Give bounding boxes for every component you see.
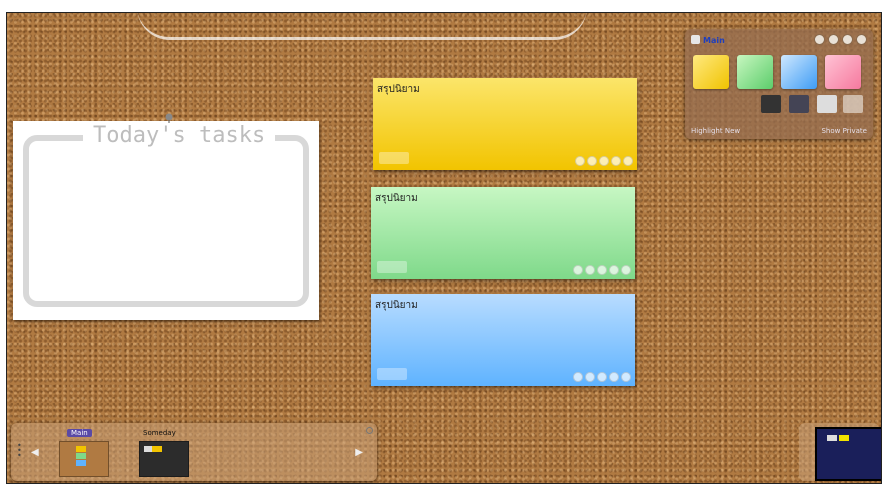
mini-note [76,446,86,452]
lock-icon[interactable] [609,372,619,382]
check-icon[interactable] [573,372,583,382]
note-blue[interactable]: สรุปนิยาม [371,294,635,386]
clock-icon[interactable] [587,156,597,166]
mini-note [152,446,162,452]
panel-footer: Highlight New Show Private [691,127,867,135]
check-icon[interactable] [575,156,585,166]
note-buttons [573,372,631,382]
board-switcher-dock: • • • ◀ Main Someday ▶ [11,423,377,481]
note-yellow[interactable]: สรุปนิยาม [373,78,637,170]
power-icon[interactable] [856,34,867,45]
board-thumbnail-main[interactable] [59,441,109,477]
board-icon [691,35,700,44]
arrow-right-icon[interactable]: ▶ [355,447,363,458]
check-icon[interactable] [573,265,583,275]
note-logo [379,152,409,164]
note-buttons [575,156,633,166]
lock-icon[interactable] [611,156,621,166]
paperclip-icon[interactable] [817,95,837,113]
new-blue-note-button[interactable] [781,55,817,89]
clock-icon[interactable] [585,265,595,275]
board-tab-someday[interactable]: Someday [143,429,176,437]
tasks-frame [23,135,309,307]
clock-icon[interactable] [585,372,595,382]
new-yellow-note-button[interactable] [693,55,729,89]
info-icon[interactable] [842,34,853,45]
watermark [137,13,587,40]
close-icon[interactable] [623,156,633,166]
new-green-note-button[interactable] [737,55,773,89]
note-logo [377,368,407,380]
todays-tasks-card[interactable]: Today's tasks [13,113,319,320]
note-green[interactable]: สรุปนิยาม [371,187,635,279]
settings-icon[interactable] [828,34,839,45]
screen-thumbnail[interactable] [815,427,881,481]
notes-control-panel: Main Highlight New Show Private [685,29,873,139]
show-private-toggle[interactable]: Show Private [821,127,867,135]
info-icon[interactable] [597,265,607,275]
mini-note [76,460,86,466]
highlight-new-toggle[interactable]: Highlight New [691,127,740,135]
tasks-title: Today's tasks [83,123,276,148]
image-icon[interactable] [761,95,781,113]
minimize-icon[interactable] [814,34,825,45]
dock-close-icon[interactable] [366,427,373,434]
drag-handle-icon[interactable]: • • • [17,442,22,460]
arrow-left-icon[interactable]: ◀ [31,447,39,458]
board-tab-main[interactable]: Main [67,429,92,437]
note-title: สรุปนิยาม [375,300,418,311]
close-icon[interactable] [621,265,631,275]
film-icon[interactable] [789,95,809,113]
mini-note [839,435,849,441]
note-buttons [573,265,631,275]
panel-controls [814,34,867,45]
note-logo [377,261,407,273]
note-title: สรุปนิยาม [375,193,418,204]
blank-note-icon[interactable] [843,95,863,113]
info-icon[interactable] [599,156,609,166]
new-pink-note-button[interactable] [825,55,861,89]
info-icon[interactable] [597,372,607,382]
board-thumbnail-someday[interactable] [139,441,189,477]
mini-note [827,435,837,441]
panel-title: Main [703,36,725,45]
close-icon[interactable] [621,372,631,382]
note-title: สรุปนิยาม [377,84,420,95]
corkboard[interactable]: Today's tasks สรุปนิยาม สรุปนิยาม สรุปนิ… [6,12,882,484]
mini-note [76,453,86,459]
lock-icon[interactable] [609,265,619,275]
screen-preview [799,423,881,481]
